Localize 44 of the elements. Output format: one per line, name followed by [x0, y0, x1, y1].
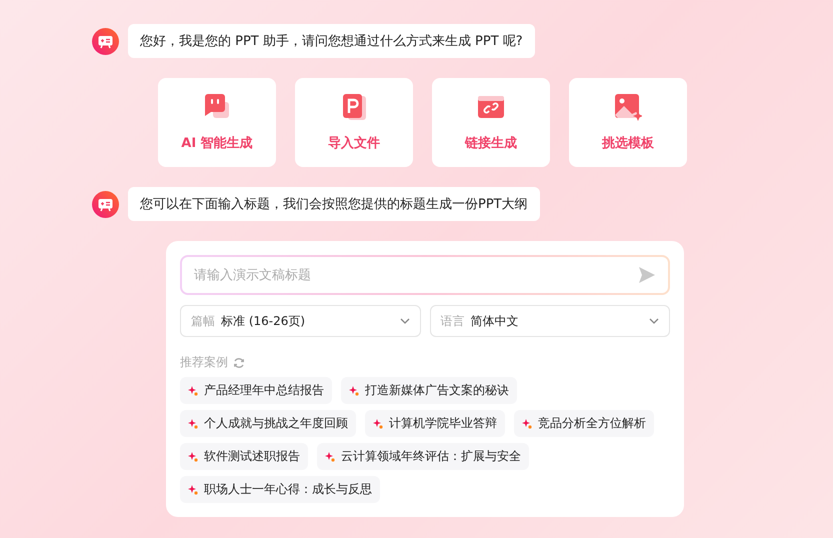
example-chip[interactable]: 竞品分析全方位解析: [514, 410, 654, 437]
example-chip[interactable]: 计算机学院毕业答辩: [365, 410, 505, 437]
example-chip[interactable]: 软件测试述职报告: [180, 443, 308, 470]
link-icon: [477, 93, 505, 121]
send-icon[interactable]: [638, 266, 656, 284]
refresh-icon[interactable]: [233, 356, 245, 368]
example-chip[interactable]: 个人成就与挑战之年度回顾: [180, 410, 356, 437]
title-input-field[interactable]: 请输入演示文稿标题: [180, 255, 670, 295]
sparkle-icon: [522, 418, 532, 428]
option-label: 导入文件: [328, 134, 380, 152]
section-label: 推荐案例: [180, 354, 228, 371]
option-label: 链接生成: [465, 134, 517, 152]
dropdown-value: 简体中文: [470, 312, 520, 330]
option-card[interactable]: AI 智能生成: [158, 78, 276, 167]
dropdown-label: 语言: [440, 312, 464, 330]
option-card[interactable]: 导入文件: [295, 78, 413, 167]
dropdown-select[interactable]: 篇幅 标准 (16-26页): [180, 305, 420, 337]
example-chip[interactable]: 产品经理年中总结报告: [180, 377, 332, 404]
option-label: 挑选模板: [602, 135, 654, 152]
chat-bubble-icon: [203, 93, 231, 121]
chat-message: 您好，我是您的 PPT 助手，请问您想通过什么方式来生成 PPT 呢?: [128, 24, 535, 58]
sparkle-icon: [188, 386, 198, 396]
chat-message: 您可以在下面输入标题，我们会按照您提供的标题生成一份PPT大纲: [128, 187, 540, 221]
sparkle-icon: [373, 418, 383, 428]
sparkle-icon: [349, 386, 359, 396]
assistant-avatar-icon: [92, 190, 119, 218]
sparkle-icon: [188, 418, 198, 428]
chevron-down-icon: [649, 318, 659, 324]
dropdown-value: 标准 (16-26页): [221, 312, 306, 330]
document-icon: [340, 93, 368, 121]
example-chip[interactable]: 打造新媒体广告文案的秘诀: [341, 377, 517, 404]
sparkle-icon: [325, 452, 335, 462]
dropdown-select[interactable]: 语言 简体中文: [430, 305, 670, 337]
dropdown-label: 篇幅: [191, 312, 215, 330]
sparkle-icon: [188, 484, 198, 494]
option-card[interactable]: 链接生成: [432, 78, 550, 167]
example-chip[interactable]: 云计算领域年终评估：扩展与安全: [317, 443, 529, 470]
option-card[interactable]: 挑选模板: [569, 78, 687, 167]
assistant-avatar-icon: [92, 28, 119, 54]
option-label: AI 智能生成: [181, 135, 253, 152]
chevron-down-icon: [400, 318, 410, 324]
example-chip[interactable]: 职场人士一年心得：成长与反思: [180, 476, 380, 503]
image-icon: [614, 93, 642, 121]
sparkle-icon: [188, 452, 198, 462]
